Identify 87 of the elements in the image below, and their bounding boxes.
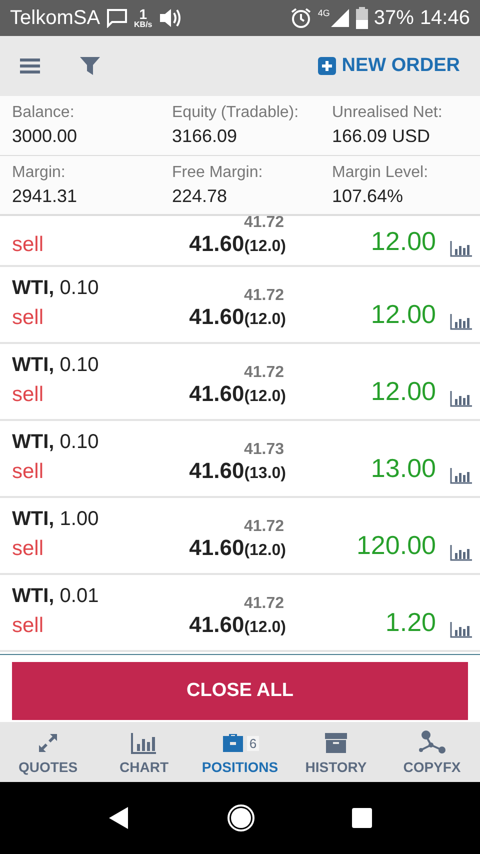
- profit-value: 12.00: [370, 226, 436, 257]
- message-icon: [106, 8, 128, 28]
- profit-value: 12.00: [370, 376, 436, 407]
- menu-icon[interactable]: [20, 58, 40, 74]
- home-icon[interactable]: [226, 804, 255, 832]
- recents-icon[interactable]: [352, 808, 372, 828]
- current-price: 41.72: [244, 216, 284, 231]
- open-price: 41.60(12.0): [189, 612, 286, 638]
- summary-label: Unrealised Net:: [332, 104, 444, 122]
- position-row[interactable]: WTI, 1.00 sell 41.72 41.60(12.0) 120.00: [0, 498, 480, 575]
- summary-label: Margin Level:: [332, 164, 430, 182]
- open-price: 41.60(12.0): [189, 231, 286, 257]
- symbol-lot: WTI, 1.00: [12, 508, 100, 531]
- tab-label: POSITIONS: [202, 759, 278, 775]
- signal-icon: [330, 8, 350, 28]
- back-icon[interactable]: [108, 806, 130, 830]
- current-price: 41.72: [244, 364, 284, 381]
- symbol-lot: WTI, 0.10: [12, 354, 100, 377]
- battery-percent: 37%: [374, 6, 414, 30]
- summary-label: Balance:: [12, 104, 76, 122]
- position-row[interactable]: sell 41.72 41.60(12.0) 12.00: [0, 216, 480, 267]
- position-row[interactable]: WTI, 0.10 sell 41.72 41.60(12.0) 12.00: [0, 344, 480, 421]
- open-price: 41.60(12.0): [189, 304, 286, 330]
- tab-label: HISTORY: [305, 759, 367, 775]
- current-price: 41.72: [244, 287, 284, 304]
- briefcase-icon: [221, 732, 246, 754]
- trade-side: sell: [12, 383, 45, 407]
- bar-chart-icon: [130, 731, 158, 755]
- speed-unit: KB/s: [134, 21, 152, 29]
- position-row[interactable]: WTI, 0.10 sell 41.72 41.60(12.0) 12.00: [0, 267, 480, 344]
- bar-chart-icon[interactable]: [450, 545, 472, 561]
- summary-label: Equity (Tradable):: [172, 104, 300, 122]
- profit-value: 12.00: [370, 299, 436, 330]
- tab-label: COPYFX: [403, 759, 461, 775]
- tab-label: QUOTES: [18, 759, 78, 775]
- summary-value: 2941.31: [12, 186, 78, 207]
- symbol-lot: WTI, 0.01: [12, 585, 100, 608]
- bar-chart-icon[interactable]: [450, 241, 472, 257]
- profit-value: 13.00: [370, 453, 436, 484]
- current-price: 41.72: [244, 595, 284, 612]
- archive-box-icon: [324, 731, 348, 755]
- expand-arrows-icon: [36, 731, 60, 755]
- open-price: 41.60(12.0): [189, 535, 286, 561]
- current-price: 41.72: [244, 518, 284, 535]
- summary-value: 166.09 USD: [332, 126, 432, 147]
- position-row[interactable]: WTI, 0.01 sell 41.72 41.60(12.0) 1.20: [0, 575, 480, 652]
- clock-time: 14:46: [420, 6, 470, 30]
- profit-value: 1.20: [384, 607, 436, 638]
- symbol-lot: WTI, 0.10: [12, 277, 100, 300]
- position-row[interactable]: WTI, 0.10 sell 41.73 41.60(13.0) 13.00: [0, 421, 480, 498]
- trade-side: sell: [12, 233, 45, 257]
- filter-icon[interactable]: [80, 56, 100, 76]
- battery-icon: [356, 7, 368, 29]
- alarm-clock-icon: [290, 7, 312, 29]
- summary-value: 3000.00: [12, 126, 78, 147]
- open-price: 41.60(13.0): [189, 458, 286, 484]
- trade-side: sell: [12, 460, 45, 484]
- count-badge: 6: [247, 736, 259, 750]
- summary-label: Margin:: [12, 164, 66, 182]
- summary-value: 224.78: [172, 186, 228, 207]
- bar-chart-icon[interactable]: [450, 622, 472, 638]
- bar-chart-icon[interactable]: [450, 314, 472, 330]
- trade-side: sell: [12, 614, 45, 638]
- current-price: 41.73: [244, 441, 284, 458]
- plus-icon: [318, 57, 336, 75]
- network-speed: 1: [139, 7, 148, 21]
- symbol-lot: WTI, 0.10: [12, 431, 100, 454]
- nav-tab[interactable]: QUOTES: [0, 722, 96, 782]
- bar-chart-icon[interactable]: [450, 391, 472, 407]
- carrier-name: TelkomSA: [10, 6, 100, 30]
- nav-tab[interactable]: CHART: [96, 722, 192, 782]
- new-order-button[interactable]: NEW ORDER: [318, 55, 460, 77]
- network-nodes-icon: [418, 730, 446, 756]
- trade-side: sell: [12, 306, 45, 330]
- nav-tab[interactable]: 6 POSITIONS: [192, 722, 288, 782]
- summary-label: Free Margin:: [172, 164, 264, 182]
- nav-tab[interactable]: HISTORY: [288, 722, 384, 782]
- bar-chart-icon[interactable]: [450, 468, 472, 484]
- network-type: 4G: [318, 8, 330, 18]
- trade-side: sell: [12, 537, 45, 561]
- close-all-button[interactable]: CLOSE ALL: [12, 662, 468, 720]
- open-price: 41.60(12.0): [189, 381, 286, 407]
- profit-value: 120.00: [355, 530, 436, 561]
- summary-value: 107.64%: [332, 186, 404, 207]
- nav-tab[interactable]: COPYFX: [384, 722, 480, 782]
- summary-value: 3166.09: [172, 126, 238, 147]
- tab-label: CHART: [120, 759, 168, 775]
